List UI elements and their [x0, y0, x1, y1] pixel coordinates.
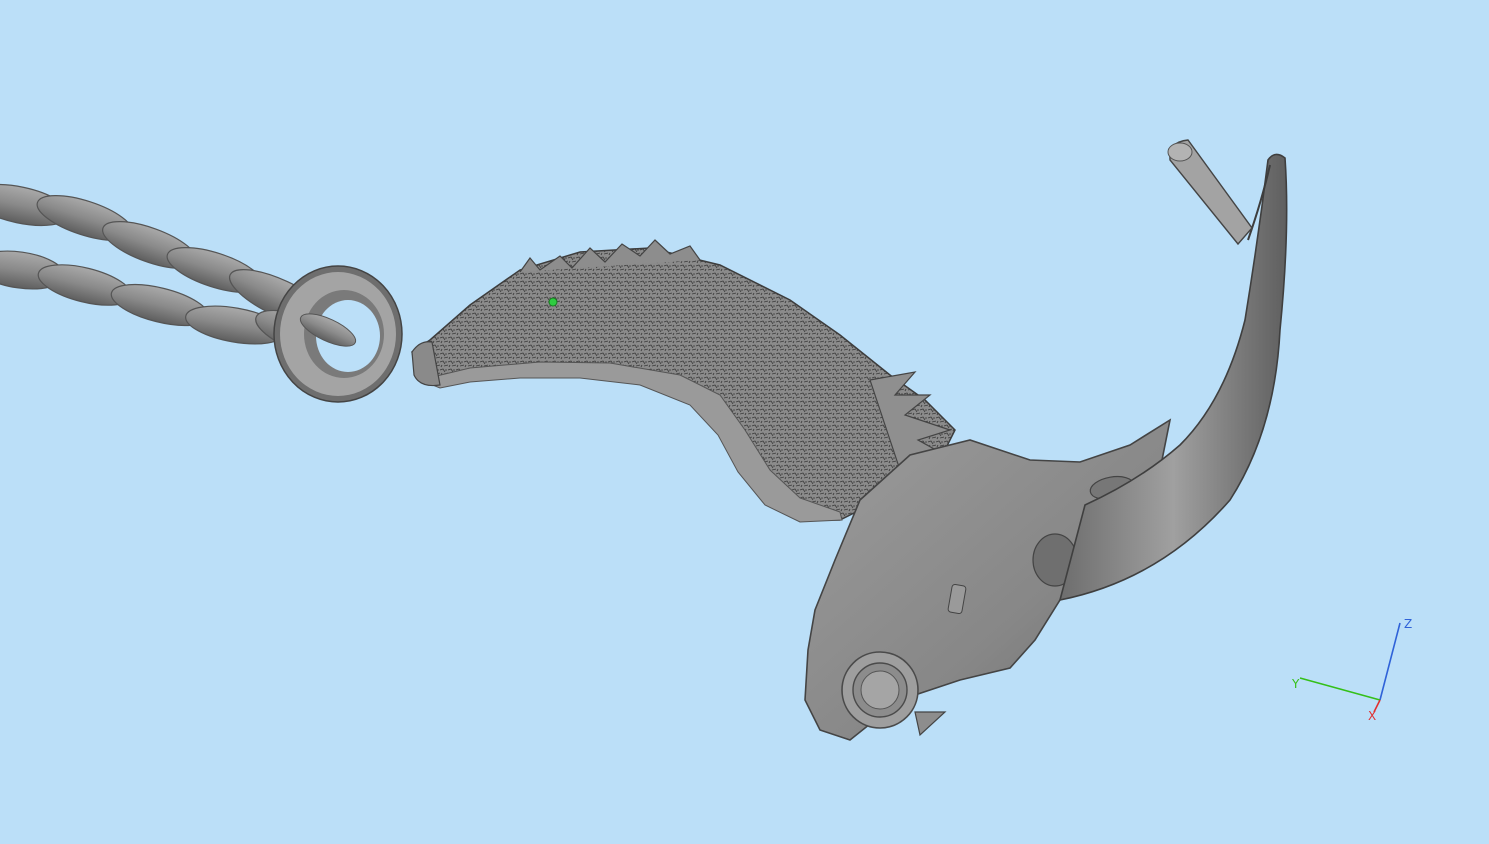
z-axis-label: Z — [1404, 617, 1412, 631]
x-axis-label: X — [1368, 709, 1376, 723]
jump-ring — [273, 265, 403, 403]
horn-hook — [1058, 139, 1288, 602]
axis-triad: Z Y X — [1291, 617, 1412, 723]
3d-viewport[interactable]: Z Y X — [0, 0, 1489, 844]
model-render[interactable]: Z Y X — [0, 0, 1489, 844]
y-axis-line — [1299, 677, 1381, 701]
pendant-body — [411, 239, 956, 523]
pick-point-marker[interactable] — [548, 297, 558, 307]
z-axis-line — [1379, 622, 1401, 701]
y-axis-label: Y — [1291, 677, 1300, 691]
